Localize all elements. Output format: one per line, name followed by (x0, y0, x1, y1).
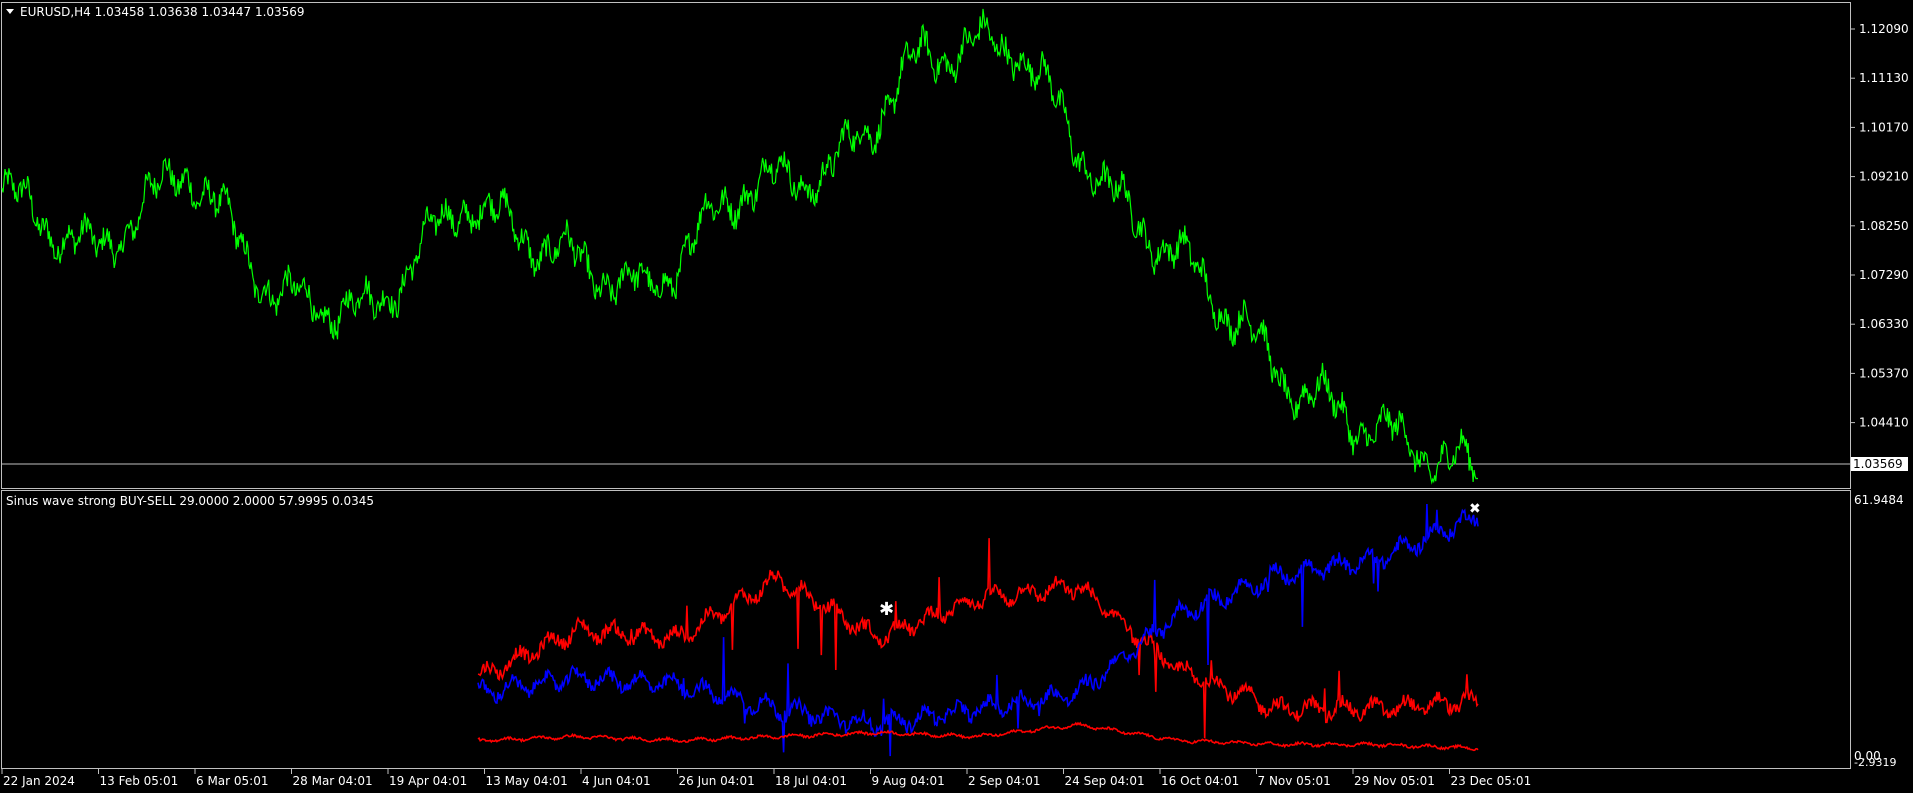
price-line (1, 8, 1478, 485)
triangle-down-icon[interactable] (6, 9, 14, 14)
time-tick-label: 24 Sep 04:01 (1065, 774, 1145, 788)
price-tick-label: 1.08250 (1859, 219, 1909, 233)
time-tick-label: 19 Apr 04:01 (389, 774, 467, 788)
time-tick-label: 26 Jun 04:01 (679, 774, 755, 788)
price-tick-label: 1.07290 (1859, 268, 1909, 282)
signal-marker-cross: ✖ (1469, 501, 1481, 517)
price-tick-label: 1.09210 (1859, 170, 1909, 184)
indicator-header: Sinus wave strong BUY-SELL 29.0000 2.000… (6, 494, 374, 508)
indicator-frame (1, 490, 1851, 769)
indicator-line-sell-2 (477, 721, 1479, 752)
price-tick-label: 1.12090 (1859, 22, 1909, 36)
time-tick-label: 2 Sep 04:01 (968, 774, 1040, 788)
time-tick-label: 23 Dec 05:01 (1451, 774, 1532, 788)
time-tick-label: 29 Nov 05:01 (1354, 774, 1435, 788)
time-tick-label: 9 Aug 04:01 (872, 774, 945, 788)
main-chart-frame (1, 2, 1851, 489)
current-price-label: 1.03569 (1853, 457, 1903, 471)
time-tick-label: 28 Mar 04:01 (293, 774, 373, 788)
price-tick-label: 1.11130 (1859, 71, 1909, 85)
price-tick-label: 1.10170 (1859, 120, 1909, 134)
signal-marker-star: ✱ (879, 599, 894, 620)
indicator-top-label: 61.9484 (1854, 493, 1904, 507)
time-axis: 22 Jan 2024 13 Feb 05:01 6 Mar 05:01 28 Mar… (1, 769, 1532, 788)
price-tick-label: 1.05370 (1859, 366, 1909, 380)
indicator-lines (477, 503, 1479, 757)
time-tick-label: 7 Nov 05:01 (1258, 774, 1331, 788)
price-axis: 1.12090 1.11130 1.10170 1.09210 1.08250 1.072… (1850, 22, 1909, 430)
trading-chart[interactable]: EURUSD,H4 1.03458 1.03638 1.03447 1.0356… (0, 0, 1913, 793)
main-chart-header: EURUSD,H4 1.03458 1.03638 1.03447 1.0356… (20, 5, 305, 19)
indicator-bottom-label: 0.00 (1854, 749, 1881, 763)
time-tick-label: 22 Jan 2024 (3, 774, 75, 788)
price-tick-label: 1.06330 (1859, 317, 1909, 331)
time-tick-label: 13 Feb 05:01 (100, 774, 179, 788)
time-tick-label: 16 Oct 04:01 (1161, 774, 1239, 788)
time-tick-label: 6 Mar 05:01 (196, 774, 269, 788)
time-tick-label: 18 Jul 04:01 (775, 774, 847, 788)
time-tick-label: 4 Jun 04:01 (582, 774, 651, 788)
price-tick-label: 1.04410 (1859, 416, 1909, 430)
time-tick-label: 13 May 04:01 (486, 774, 568, 788)
